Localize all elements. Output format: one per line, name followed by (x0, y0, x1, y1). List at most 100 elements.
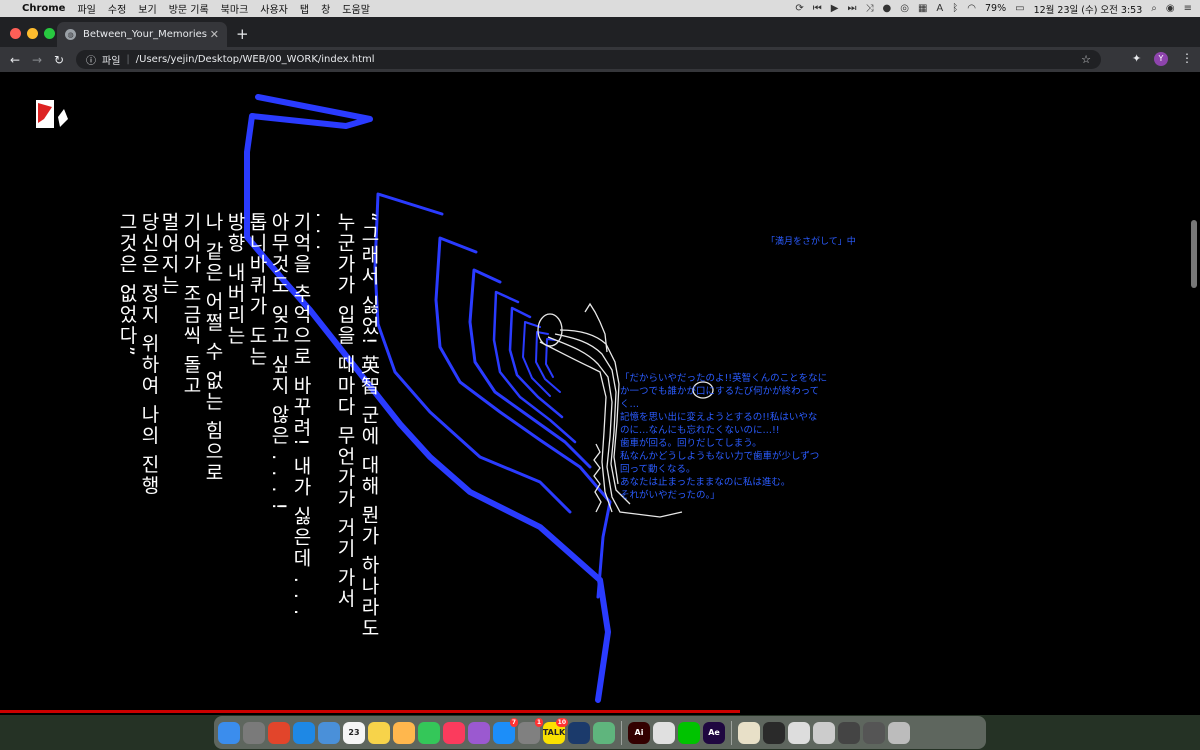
battery-percent: 79% (984, 3, 1007, 14)
wifi-icon[interactable]: ◠ (967, 3, 976, 14)
document-4-icon[interactable] (813, 721, 835, 744)
finder-icon[interactable] (218, 721, 240, 744)
illustrator-icon[interactable]: Ai (628, 721, 650, 744)
blue-line-4 (468, 268, 592, 469)
document-5-icon[interactable] (838, 721, 860, 744)
window-close-button[interactable] (10, 28, 21, 39)
tab-close-icon[interactable]: ✕ (210, 28, 219, 41)
document-6-icon[interactable] (863, 721, 885, 744)
calendar-label: 23 (348, 728, 360, 737)
control-center-icon[interactable]: ≡ (1184, 3, 1192, 14)
after-effects-icon[interactable]: Ae (703, 721, 725, 744)
acrobat-icon[interactable] (653, 721, 675, 744)
podcasts-icon[interactable] (468, 721, 490, 744)
url-text[interactable]: /Users/yejin/Desktop/WEB/00_WORK/index.h… (136, 54, 1081, 65)
document-1-icon[interactable] (738, 721, 760, 744)
poem-line-8: 나 같은 어쩔 수 없는 힘으로 (202, 212, 224, 484)
jp-line-9: あなたは止まったままなのに私は進む。 (620, 477, 791, 488)
menu-view[interactable]: 보기 (138, 1, 156, 16)
poem-line-4: 기억을 추억으로 바꾸려! 내가 싫은데 . . . (290, 212, 312, 618)
browser-tab-strip: ◍ Between_Your_Memories ✕ + (0, 17, 1200, 47)
back-button[interactable]: ← (4, 53, 26, 67)
extensions-puzzle-icon[interactable]: ✦ (1132, 52, 1141, 65)
document-2-icon[interactable] (763, 721, 785, 744)
menu-file[interactable]: 파일 (77, 1, 95, 16)
preview-icon[interactable] (318, 721, 340, 744)
blue-line-3 (434, 236, 612, 599)
macos-dock: 23 7 1 TALK 10 Ai Ae (214, 716, 986, 749)
profile-avatar[interactable]: Y (1154, 52, 1168, 66)
jp-line-5: のに…なんにも忘れたくないのに…!! (620, 425, 780, 436)
music-icon[interactable] (443, 721, 465, 744)
illustrator-label: Ai (634, 728, 644, 737)
forward-button[interactable]: → (26, 53, 48, 67)
menu-history[interactable]: 방문 기록 (169, 1, 209, 16)
progress-bar (0, 710, 740, 713)
document-3-icon[interactable] (788, 721, 810, 744)
poem-line-7: 방향 내버리는 (224, 212, 246, 347)
after-effects-label: Ae (708, 728, 720, 737)
siri-icon[interactable]: ◉ (1166, 3, 1175, 14)
media-play-icon[interactable]: ▶ (831, 3, 839, 14)
creative-cloud-icon[interactable]: ◎ (900, 3, 909, 14)
browser-toolbar: ← → ↻ ⓘ 파일 | /Users/yejin/Desktop/WEB/00… (0, 47, 1200, 72)
bookmark-star-icon[interactable]: ☆ (1081, 53, 1091, 66)
new-tab-button[interactable]: + (236, 25, 249, 43)
sync-icon[interactable]: ⟳ (795, 3, 803, 14)
trash-icon[interactable] (888, 721, 910, 744)
safari-icon[interactable] (293, 721, 315, 744)
menu-bookmarks[interactable]: 북마크 (221, 1, 249, 16)
bluetooth-icon[interactable]: ᛒ (952, 3, 958, 14)
globe-icon: ◍ (65, 29, 76, 40)
browser-tab-active[interactable]: ◍ Between_Your_Memories ✕ (57, 22, 227, 47)
chrome-icon[interactable] (268, 721, 290, 744)
atom-icon[interactable] (593, 721, 615, 744)
jp-line-10: それがいやだったの。」 (620, 490, 720, 501)
media-previous-icon[interactable]: ⏮ (813, 3, 822, 14)
window-minimize-button[interactable] (27, 28, 38, 39)
app-store-icon[interactable]: 7 (493, 717, 518, 744)
system-preferences-icon[interactable]: 1 (518, 717, 543, 744)
line-icon[interactable] (678, 721, 700, 744)
photos-icon[interactable] (393, 721, 415, 744)
menu-window[interactable]: 창 (321, 1, 330, 16)
menu-tab[interactable]: 탭 (300, 1, 309, 16)
menu-help[interactable]: 도움말 (342, 1, 370, 16)
app-menu-chrome[interactable]: Chrome (22, 3, 65, 14)
reload-button[interactable]: ↻ (48, 53, 70, 67)
input-source-icon[interactable]: A (936, 3, 943, 14)
jp-line-6: 歯車が回る。回りだしてしまう。 (620, 438, 762, 449)
info-icon[interactable]: ⓘ (86, 52, 96, 67)
jp-line-7: 私なんかどうしようもない力で歯車が少しずつ (620, 451, 820, 462)
system-preferences-badge: 1 (534, 717, 543, 727)
kakaotalk-icon[interactable]: TALK 10 (543, 717, 568, 744)
address-separator: | (126, 54, 130, 65)
source-caption: 「満月をさがして」中 (766, 237, 856, 247)
address-bar[interactable]: ⓘ 파일 | /Users/yejin/Desktop/WEB/00_WORK/… (76, 50, 1101, 69)
vertical-scrollbar[interactable] (1188, 72, 1200, 715)
menu-people[interactable]: 사용자 (260, 1, 288, 16)
messages-icon[interactable] (418, 721, 440, 744)
shuffle-icon[interactable]: ⤨ (865, 3, 873, 14)
dock-separator (731, 720, 732, 745)
poem-line-9: 기어가 조금씩 돌고 (180, 212, 202, 397)
launchpad-icon[interactable] (243, 721, 265, 744)
tab-title: Between_Your_Memories (83, 29, 207, 40)
grid-icon[interactable]: ▦ (918, 3, 927, 14)
notification-icon[interactable]: ● (882, 3, 891, 14)
calendar-icon[interactable]: 23 (343, 721, 365, 744)
poem-line-12: 그것은 없었다” (116, 212, 138, 358)
cinema4d-icon[interactable] (568, 721, 590, 744)
scrollbar-thumb[interactable] (1191, 220, 1197, 288)
window-zoom-button[interactable] (44, 28, 55, 39)
more-menu-icon[interactable]: ⋮ (1181, 51, 1193, 65)
spotlight-search-icon[interactable]: ⌕ (1151, 3, 1157, 14)
clock[interactable]: 12월 23일 (수) 오전 3:53 (1034, 2, 1143, 16)
menu-edit[interactable]: 수정 (108, 1, 126, 16)
scheme-label: 파일 (102, 56, 121, 67)
app-store-badge: 7 (509, 717, 518, 727)
wire-bottom-jagged (593, 443, 602, 513)
notes-icon[interactable] (368, 721, 390, 744)
battery-icon[interactable]: ▭ (1015, 3, 1024, 14)
media-next-icon[interactable]: ⏭ (847, 3, 856, 14)
